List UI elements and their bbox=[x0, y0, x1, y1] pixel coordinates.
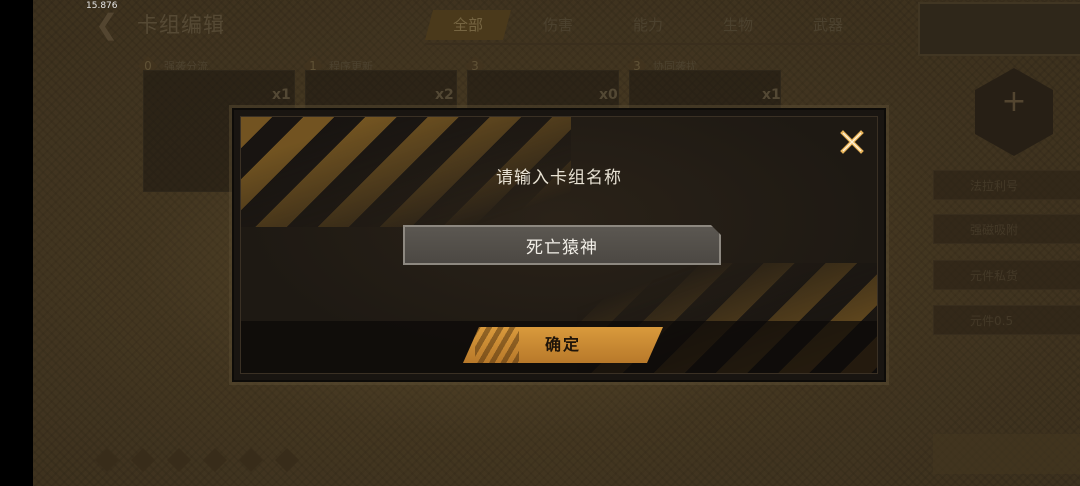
rename-deck-dialog: 请输入卡组名称 确定 bbox=[232, 108, 886, 382]
confirm-button-label: 确定 bbox=[544, 335, 581, 354]
confirm-button[interactable]: 确定 bbox=[463, 327, 663, 363]
dialog-overlay: 请输入卡组名称 确定 bbox=[0, 0, 1080, 486]
deck-name-input[interactable] bbox=[403, 225, 721, 265]
dialog-panel: 请输入卡组名称 确定 bbox=[240, 116, 878, 374]
close-icon[interactable] bbox=[837, 127, 867, 157]
dialog-title: 请输入卡组名称 bbox=[496, 168, 622, 188]
button-hatch-decoration bbox=[475, 327, 519, 363]
